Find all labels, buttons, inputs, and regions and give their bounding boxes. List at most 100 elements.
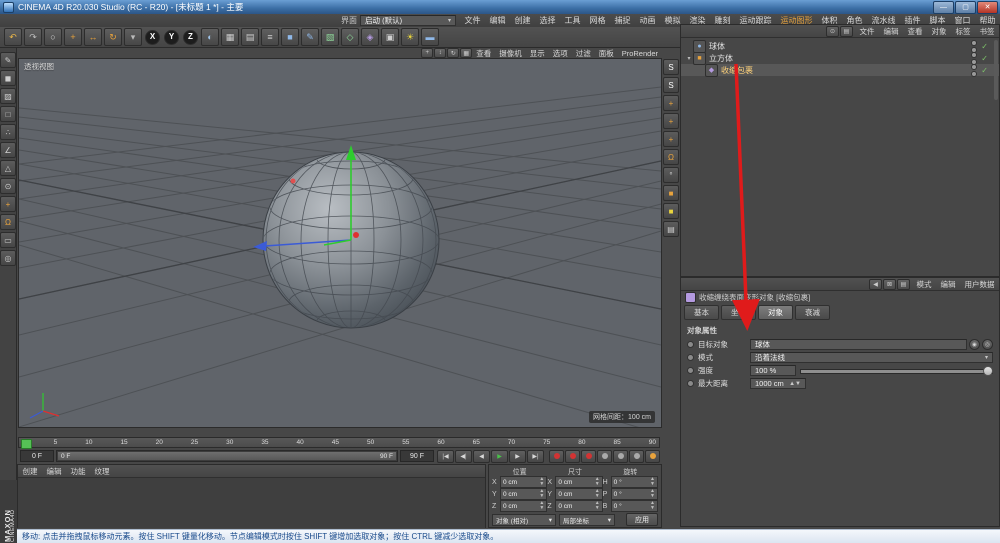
- toolbar-icon[interactable]: ≡: [261, 28, 279, 46]
- rotation-field[interactable]: 0 °▲▼: [611, 500, 658, 512]
- minimize-button[interactable]: —: [933, 1, 954, 14]
- toolbar-icon[interactable]: ↷: [24, 28, 42, 46]
- object-manager-menu-item[interactable]: 查看: [903, 26, 927, 37]
- object-manager-menu-item[interactable]: 文件: [855, 26, 879, 37]
- anim-dot-icon[interactable]: [687, 380, 694, 387]
- object-row[interactable]: ● 球体 ✓: [681, 40, 999, 52]
- viewport-menu-item[interactable]: 摄像机: [495, 48, 526, 59]
- timeline-ruler[interactable]: 051015202530354045505560657075808590: [18, 437, 660, 448]
- menu-item[interactable]: 编辑: [485, 15, 510, 26]
- mode-icon[interactable]: ▨: [0, 88, 16, 104]
- toolbar-icon[interactable]: ■: [281, 28, 299, 46]
- object-manager-menu-item[interactable]: 对象: [927, 26, 951, 37]
- position-field[interactable]: 0 cm▲▼: [500, 476, 547, 488]
- viewport-menu-item[interactable]: 面板: [595, 48, 618, 59]
- attribute-tab[interactable]: 坐标: [721, 305, 756, 320]
- expander-icon[interactable]: ▾: [685, 55, 693, 62]
- apply-button[interactable]: 应用: [626, 513, 658, 526]
- playback-button[interactable]: ▶: [509, 450, 526, 463]
- playback-button[interactable]: ◀: [473, 450, 490, 463]
- toolbar-icon[interactable]: ↻: [104, 28, 122, 46]
- current-frame-field[interactable]: 0 F: [20, 450, 54, 462]
- anim-dot-icon[interactable]: [687, 367, 694, 374]
- mode-dropdown[interactable]: 沿着法线▾: [750, 352, 993, 363]
- object-name[interactable]: 立方体: [709, 53, 733, 64]
- toolbar-icon[interactable]: ▧: [321, 28, 339, 46]
- object-name[interactable]: 球体: [709, 41, 725, 52]
- viewport-menu-item[interactable]: 查看: [472, 48, 495, 59]
- attribute-menu-item[interactable]: 模式: [912, 279, 936, 290]
- viewport-menu-item[interactable]: 过滤: [572, 48, 595, 59]
- mode-icon[interactable]: ◎: [0, 250, 16, 266]
- toolbar-icon[interactable]: Z: [183, 30, 198, 45]
- object-picker-icon[interactable]: ◉: [969, 339, 980, 350]
- mode-icon[interactable]: □: [0, 106, 16, 122]
- toolbar-icon[interactable]: ↔: [84, 28, 102, 46]
- toolbar-icon[interactable]: ▾: [124, 28, 142, 46]
- viewport-menu-item[interactable]: 显示: [526, 48, 549, 59]
- object-manager-menu-item[interactable]: 书签: [975, 26, 999, 37]
- menu-item[interactable]: 选择: [535, 15, 560, 26]
- toolbar-icon[interactable]: ◐: [201, 28, 219, 46]
- record-button[interactable]: [581, 450, 596, 463]
- mode-icon[interactable]: ∴: [0, 124, 16, 140]
- timeline-scrubber[interactable]: [21, 439, 32, 449]
- toolbar-icon[interactable]: ☀: [401, 28, 419, 46]
- menu-item[interactable]: 工具: [560, 15, 585, 26]
- palette-icon[interactable]: Ω: [663, 149, 679, 165]
- toolbar-icon[interactable]: ▦: [221, 28, 239, 46]
- target-object-field[interactable]: 球体: [750, 339, 967, 350]
- viewport-corner-icon[interactable]: ↻: [447, 48, 459, 58]
- mode-icon[interactable]: ▭: [0, 232, 16, 248]
- section-header[interactable]: 对象属性: [681, 322, 999, 338]
- viewport-corner-icon[interactable]: ↕: [434, 48, 446, 58]
- viewport-corner-icon[interactable]: +: [421, 48, 433, 58]
- anim-dot-icon[interactable]: [687, 341, 694, 348]
- coord-space-select[interactable]: 局部坐标▾: [559, 514, 615, 526]
- search-icon[interactable]: ⊙: [826, 26, 839, 37]
- palette-icon[interactable]: ■: [663, 203, 679, 219]
- rotation-field[interactable]: 0 °▲▼: [611, 476, 658, 488]
- toolbar-icon[interactable]: X: [145, 30, 160, 45]
- mode-icon[interactable]: ✎: [0, 52, 16, 68]
- enable-check-icon[interactable]: ✓: [981, 66, 988, 75]
- strength-slider[interactable]: [800, 365, 993, 376]
- playback-button[interactable]: ▶: [491, 450, 508, 463]
- history-back-icon[interactable]: ◀: [869, 279, 882, 290]
- enable-check-icon[interactable]: ✓: [981, 42, 988, 51]
- anim-dot-icon[interactable]: [687, 354, 694, 361]
- menu-item[interactable]: 捕捉: [610, 15, 635, 26]
- lock-icon[interactable]: ⊠: [883, 279, 896, 290]
- record-button[interactable]: [629, 450, 644, 463]
- record-button[interactable]: [613, 450, 628, 463]
- palette-icon[interactable]: ▤: [663, 221, 679, 237]
- toolbar-icon[interactable]: +: [64, 28, 82, 46]
- record-button[interactable]: [645, 450, 660, 463]
- object-name[interactable]: 收缩包裹: [721, 65, 753, 76]
- end-frame-field[interactable]: 90 F: [400, 450, 434, 462]
- toolbar-icon[interactable]: Y: [164, 30, 179, 45]
- attribute-menu-item[interactable]: 用户数据: [960, 279, 999, 290]
- attribute-tab[interactable]: 对象: [758, 305, 793, 320]
- object-manager-menu-item[interactable]: 编辑: [879, 26, 903, 37]
- attribute-tab[interactable]: 基本: [684, 305, 719, 320]
- toolbar-icon[interactable]: ✎: [301, 28, 319, 46]
- playback-button[interactable]: ◀|: [455, 450, 472, 463]
- mode-icon[interactable]: ∠: [0, 142, 16, 158]
- rotation-field[interactable]: 0 °▲▼: [611, 488, 658, 500]
- palette-icon[interactable]: S: [663, 77, 679, 93]
- record-button[interactable]: [565, 450, 580, 463]
- playback-button[interactable]: |◀: [437, 450, 454, 463]
- playback-button[interactable]: ▶|: [527, 450, 544, 463]
- range-slider[interactable]: 0 F 90 F: [56, 450, 398, 462]
- palette-icon[interactable]: °: [663, 167, 679, 183]
- coord-mode-select[interactable]: 对象 (相对)▾: [492, 514, 556, 526]
- layout-select[interactable]: 启动 (默认)▾: [360, 15, 456, 26]
- size-field[interactable]: 0 cm▲▼: [555, 488, 602, 500]
- position-field[interactable]: 0 cm▲▼: [500, 488, 547, 500]
- strength-field[interactable]: 100 %: [750, 365, 796, 376]
- attribute-tab[interactable]: 衰减: [795, 305, 830, 320]
- material-list-area[interactable]: [18, 478, 485, 528]
- size-field[interactable]: 0 cm▲▼: [555, 500, 602, 512]
- menu-item[interactable]: 创建: [510, 15, 535, 26]
